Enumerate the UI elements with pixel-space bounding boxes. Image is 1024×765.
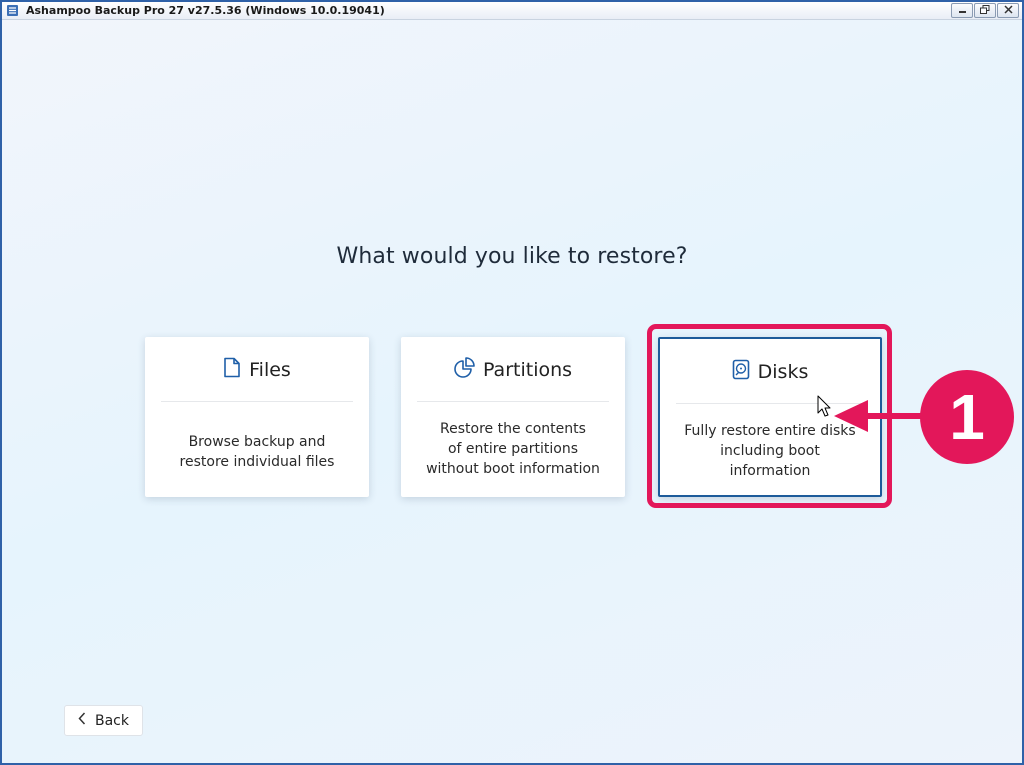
restore-button[interactable] xyxy=(974,3,996,18)
partitions-card[interactable]: Partitions Restore the contents of entir… xyxy=(401,337,625,497)
chevron-left-icon xyxy=(78,712,86,729)
card-header: Files xyxy=(145,357,369,383)
minimize-button[interactable] xyxy=(951,3,973,18)
close-button[interactable] xyxy=(997,3,1019,18)
card-title: Partitions xyxy=(482,359,573,381)
annotation-arrow-icon xyxy=(817,395,924,432)
page-question: What would you like to restore? xyxy=(336,244,688,269)
minimize-icon xyxy=(958,5,967,17)
close-icon xyxy=(1003,4,1013,17)
card-divider xyxy=(417,401,609,402)
back-button[interactable]: Back xyxy=(64,705,143,736)
app-window: Ashampoo Backup Pro 27 v27.5.36 (Windows… xyxy=(0,0,1024,765)
card-title: Files xyxy=(249,359,291,381)
window-controls xyxy=(951,3,1019,18)
step-number-badge: 1 xyxy=(920,370,1014,464)
app-logo-icon xyxy=(5,4,19,18)
file-icon xyxy=(223,357,241,383)
card-description: Browse backup and restore individual fil… xyxy=(179,434,335,470)
card-header: Partitions xyxy=(401,357,625,383)
files-card[interactable]: Files Browse backup and restore individu… xyxy=(145,337,369,497)
back-button-label: Back xyxy=(95,712,129,729)
card-description: Restore the contents of entire partition… xyxy=(426,421,600,477)
partition-icon xyxy=(454,357,475,383)
window-title: Ashampoo Backup Pro 27 v27.5.36 (Windows… xyxy=(26,4,385,17)
title-bar[interactable]: Ashampoo Backup Pro 27 v27.5.36 (Windows… xyxy=(2,2,1022,20)
card-divider xyxy=(161,401,353,402)
restore-icon xyxy=(980,4,990,17)
